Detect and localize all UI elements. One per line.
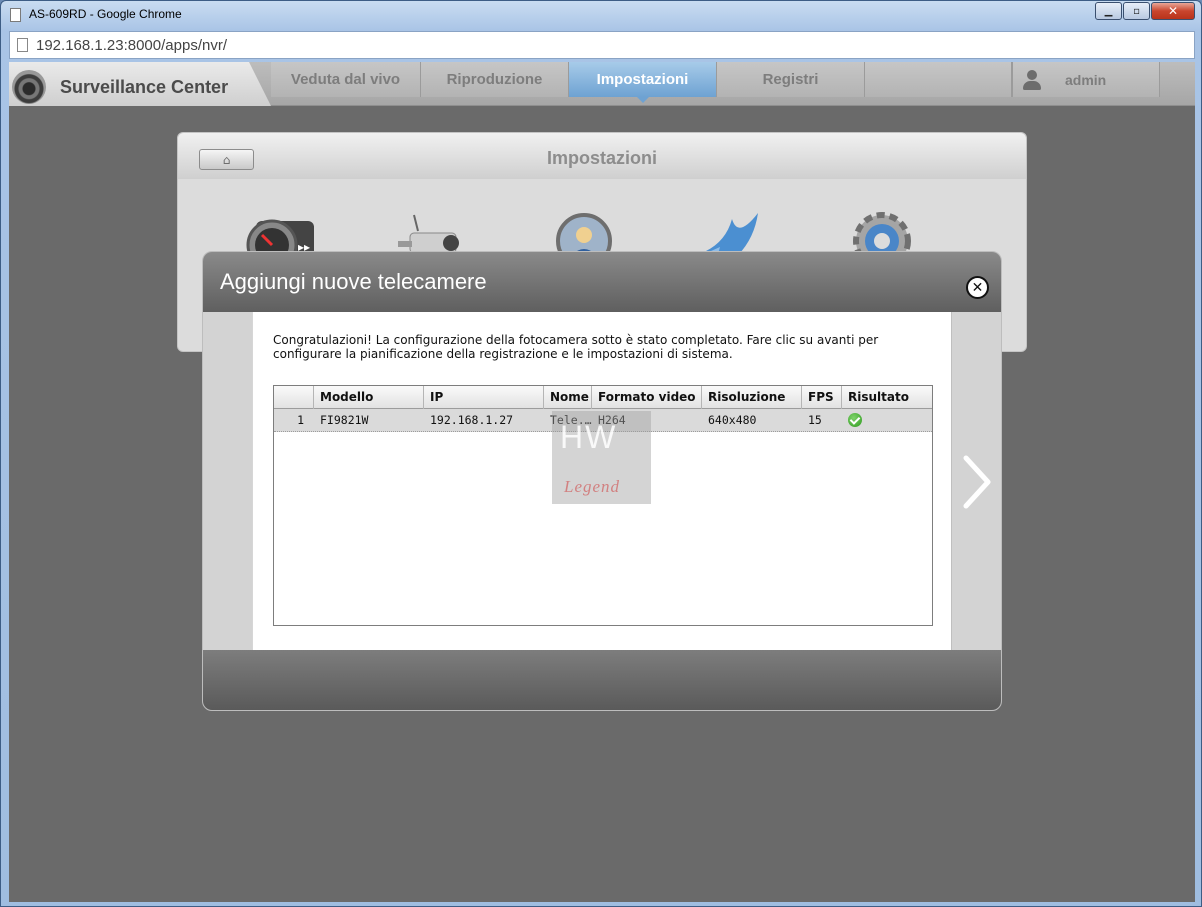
- settings-header: ⌂ Impostazioni: [178, 133, 1026, 179]
- user-menu[interactable]: admin: [1012, 62, 1160, 97]
- close-window-button[interactable]: ✕: [1151, 2, 1195, 20]
- chevron-right-icon[interactable]: [956, 452, 996, 512]
- window-title: AS-609RD - Google Chrome: [29, 7, 182, 21]
- app-navbar: Surveillance Center Veduta dal vivo Ripr…: [9, 62, 1195, 106]
- maximize-button[interactable]: ▫: [1123, 2, 1150, 20]
- user-icon: [1021, 69, 1043, 91]
- user-name: admin: [1065, 71, 1107, 88]
- tab-playback[interactable]: Riproduzione: [421, 62, 569, 97]
- column-header-video-format[interactable]: Formato video: [592, 386, 702, 409]
- cell-fps: 15: [808, 413, 822, 427]
- brand: Surveillance Center: [9, 62, 271, 106]
- completion-message: Congratulazioni! La configurazione della…: [273, 333, 879, 361]
- column-header-result[interactable]: Risultato: [842, 386, 932, 409]
- title-bar: AS-609RD - Google Chrome ▁ ▫ ✕: [1, 1, 1201, 29]
- watermark: HW Legend: [552, 411, 651, 504]
- dialog-title: Aggiungi nuove telecamere: [220, 269, 487, 294]
- window-controls: ▁ ▫ ✕: [1094, 2, 1195, 20]
- column-header-fps[interactable]: FPS: [802, 386, 842, 409]
- camera-logo-icon: [12, 70, 46, 104]
- address-bar[interactable]: 192.168.1.23:8000/apps/nvr/: [9, 31, 1195, 59]
- watermark-logo-top: HW: [560, 419, 618, 455]
- cell-model: FI9821W: [320, 413, 369, 427]
- cell-index: 1: [297, 413, 304, 427]
- column-header-model[interactable]: Modello: [314, 386, 424, 409]
- tab-logs[interactable]: Registri: [717, 62, 865, 97]
- tab-live-view[interactable]: Veduta dal vivo: [271, 62, 421, 97]
- settings-title: Impostazioni: [546, 148, 657, 168]
- column-header-resolution[interactable]: Risoluzione: [702, 386, 802, 409]
- page-icon: [10, 8, 21, 22]
- tab-settings[interactable]: Impostazioni: [569, 62, 717, 103]
- brand-name: Surveillance Center: [60, 77, 229, 97]
- dialog-header: Aggiungi nuove telecamere ✕: [203, 252, 1001, 312]
- success-icon: [848, 413, 862, 427]
- tab-empty: [865, 62, 1012, 97]
- page-icon: [17, 38, 28, 52]
- column-header-index[interactable]: [274, 386, 314, 409]
- close-icon[interactable]: ✕: [966, 276, 989, 299]
- url-text[interactable]: 192.168.1.23:8000/apps/nvr/: [36, 37, 227, 54]
- cell-result: [842, 409, 932, 432]
- column-header-name[interactable]: Nome: [544, 386, 592, 409]
- page-viewport: Surveillance Center Veduta dal vivo Ripr…: [9, 62, 1195, 902]
- next-panel[interactable]: [951, 312, 1001, 650]
- browser-window: AS-609RD - Google Chrome ▁ ▫ ✕ 192.168.1…: [0, 0, 1202, 907]
- cell-resolution: 640x480: [708, 413, 757, 427]
- column-header-ip[interactable]: IP: [424, 386, 544, 409]
- watermark-logo-bottom: Legend: [564, 477, 621, 496]
- cell-ip: 192.168.1.27: [430, 413, 514, 427]
- table-header: Modello IP Nome Formato video Risoluzion…: [274, 386, 932, 409]
- minimize-button[interactable]: ▁: [1095, 2, 1122, 20]
- dialog-footer: [203, 650, 1001, 710]
- dialog-left-gutter: [203, 312, 252, 650]
